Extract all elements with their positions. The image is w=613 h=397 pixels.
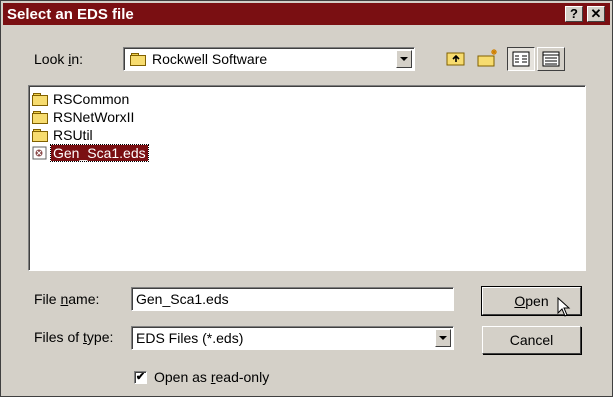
eds-file-icon (32, 146, 47, 160)
chevron-down-icon (400, 57, 408, 61)
title-bar[interactable]: Select an EDS file ? ✕ (3, 3, 610, 25)
up-one-level-button[interactable] (443, 47, 471, 71)
read-only-checkbox[interactable]: ✔ (134, 371, 147, 384)
file-name-input[interactable]: Gen_Sca1.eds (131, 287, 454, 311)
chevron-down-icon (439, 336, 447, 340)
look-in-value: Rockwell Software (152, 51, 268, 67)
file-type-dropdown-button[interactable] (435, 329, 451, 347)
look-in-dropdown-button[interactable] (396, 50, 412, 68)
details-view-button[interactable] (537, 47, 565, 71)
folder-icon (32, 93, 48, 106)
close-button[interactable]: ✕ (587, 6, 605, 22)
create-new-folder-icon (477, 49, 497, 67)
look-in-combo[interactable]: Rockwell Software (123, 47, 415, 71)
list-item-selected[interactable]: Gen_Sca1.eds (32, 144, 149, 162)
list-item[interactable]: RSUtil (32, 126, 95, 144)
list-view-button[interactable] (507, 47, 535, 71)
create-new-folder-button[interactable] (475, 47, 503, 71)
dialog-title: Select an EDS file (7, 5, 134, 23)
list-item[interactable]: RSCommon (32, 90, 131, 108)
up-one-level-icon (446, 52, 465, 66)
help-button[interactable]: ? (565, 6, 583, 22)
list-item-label: RSUtil (53, 127, 93, 143)
file-list[interactable]: RSCommon RSNetWorxII RSUtil Gen_Sca1.eds (28, 85, 586, 271)
read-only-label[interactable]: Open as read-only (154, 369, 269, 385)
select-eds-dialog: Select an EDS file ? ✕ Look in: Rockwell… (0, 0, 613, 397)
list-item-label: RSCommon (53, 91, 130, 107)
cancel-button[interactable]: Cancel (482, 326, 581, 354)
list-item[interactable]: RSNetWorxII (32, 108, 136, 126)
file-name-label: File name: (34, 291, 100, 307)
file-type-combo[interactable]: EDS Files (*.eds) (131, 326, 454, 350)
folder-icon (32, 129, 48, 142)
file-name-value: Gen_Sca1.eds (136, 291, 229, 307)
file-type-value: EDS Files (*.eds) (136, 330, 244, 346)
mouse-cursor-icon (557, 297, 571, 317)
folder-icon (32, 111, 48, 124)
list-item-label: Gen_Sca1.eds (50, 144, 149, 162)
list-item-label: RSNetWorxII (53, 109, 135, 125)
list-view-icon (512, 51, 530, 67)
file-type-label: Files of type: (34, 329, 114, 345)
look-in-label: Look in: (34, 51, 84, 67)
details-view-icon (542, 51, 560, 67)
